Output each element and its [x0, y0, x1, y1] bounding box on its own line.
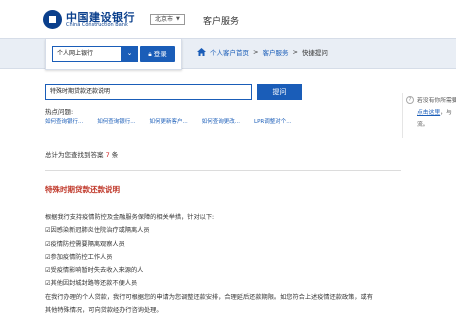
side-help-panel: ? 若没有你所需要 点击这里，与 流。 — [402, 93, 456, 138]
breadcrumb: 个人客户首页 > 客户服务 > 快捷提问 — [197, 47, 328, 57]
city-label: 北京市 — [155, 16, 174, 23]
answer-line: 在我行办理的个人贷款，我行可根据您的申请为您调整还款安排，合理延后还款期限。如您… — [45, 293, 373, 301]
results-count: 总计为您查找到答案 7 条 — [45, 149, 118, 159]
answer-line: ☑受疫情影响暂时失去收入来源的人 — [45, 267, 144, 275]
results-count-number: 7 — [105, 151, 110, 159]
side-help-tail: ，与 — [440, 110, 452, 116]
breadcrumb-separator: > — [253, 48, 259, 56]
chevron-down-icon[interactable]: ⌄ — [121, 46, 138, 62]
ccb-logo-icon[interactable] — [43, 10, 62, 29]
side-help-line: 点击这里，与 — [417, 107, 456, 119]
breadcrumb-separator: > — [292, 48, 298, 56]
page-section-title: 客户服务 — [203, 17, 240, 27]
breadcrumb-home[interactable]: 个人客户首页 — [210, 47, 249, 57]
hot-question-link[interactable]: 如何查询银行... — [45, 117, 83, 125]
home-icon[interactable] — [197, 48, 206, 56]
divider — [45, 170, 401, 171]
answer-line: ☑疫情防控需要隔离观察人员 — [45, 240, 125, 248]
answer-body: 根据我行支持疫情防控及金融服务保障的相关举措，针对以下: ☑因感染新冠肺炎住院治… — [45, 211, 445, 317]
hot-question-link[interactable]: LPR调整对个... — [254, 117, 291, 125]
city-select[interactable]: 北京市 ▼ — [150, 14, 185, 25]
question-input[interactable]: 特殊时期贷款还款说明 — [45, 84, 252, 100]
breadcrumb-current: 快捷提问 — [301, 49, 328, 57]
answer-line: 其他特殊情况，可向贷款经办行咨询处理。 — [45, 307, 163, 315]
hot-question-link[interactable]: 如何更新客户... — [150, 117, 188, 125]
answer-line: ☑因感染新冠肺炎住院治疗或隔离人员 — [45, 227, 150, 235]
login-panel: 个人网上银行 ⌄ 🔒︎ 登录 — [45, 39, 182, 70]
login-type-select[interactable]: 个人网上银行 ⌄ — [52, 46, 138, 62]
hot-question-link[interactable]: 如何查询更改... — [202, 117, 240, 125]
results-count-suffix: 条 — [111, 151, 119, 159]
lock-icon: 🔒︎ — [148, 50, 152, 58]
answer-line: 根据我行支持疫情防控及金融服务保障的相关举措，针对以下: — [45, 214, 215, 221]
help-icon: ? — [406, 96, 414, 104]
site-header: 中国建设银行 China Construction Bank 北京市 ▼ 客户服… — [0, 0, 456, 38]
side-help-line: 流。 — [417, 122, 429, 128]
results-count-prefix: 总计为您查找到答案 — [45, 151, 104, 159]
hot-question-link[interactable]: 如何查询银行... — [97, 117, 135, 125]
hot-questions-title: 热点问题: — [45, 108, 74, 116]
answer-line: ☑参加疫情防控工作人员 — [45, 253, 113, 261]
answer-title[interactable]: 特殊时期贷款还款说明 — [45, 184, 120, 195]
ask-button[interactable]: 提问 — [257, 84, 302, 100]
login-button-label: 登录 — [153, 50, 167, 58]
breadcrumb-service[interactable]: 客户服务 — [262, 47, 288, 57]
side-help-line: 若没有你所需要 — [417, 98, 456, 104]
side-help-text: 若没有你所需要 点击这里，与 流。 — [417, 95, 456, 131]
brand-name-en: China Construction Bank — [66, 22, 128, 28]
answer-line: ☑其他因封城封路等还款不便人员 — [45, 280, 138, 288]
login-type-value: 个人网上银行 — [57, 50, 94, 57]
hot-questions-list: 如何查询银行... 如何查询银行... 如何更新客户... 如何查询更改... … — [45, 117, 291, 125]
chevron-down-icon: ▼ — [176, 16, 180, 22]
click-here-link[interactable]: 点击这里 — [417, 110, 440, 116]
login-button[interactable]: 🔒︎ 登录 — [140, 46, 175, 62]
